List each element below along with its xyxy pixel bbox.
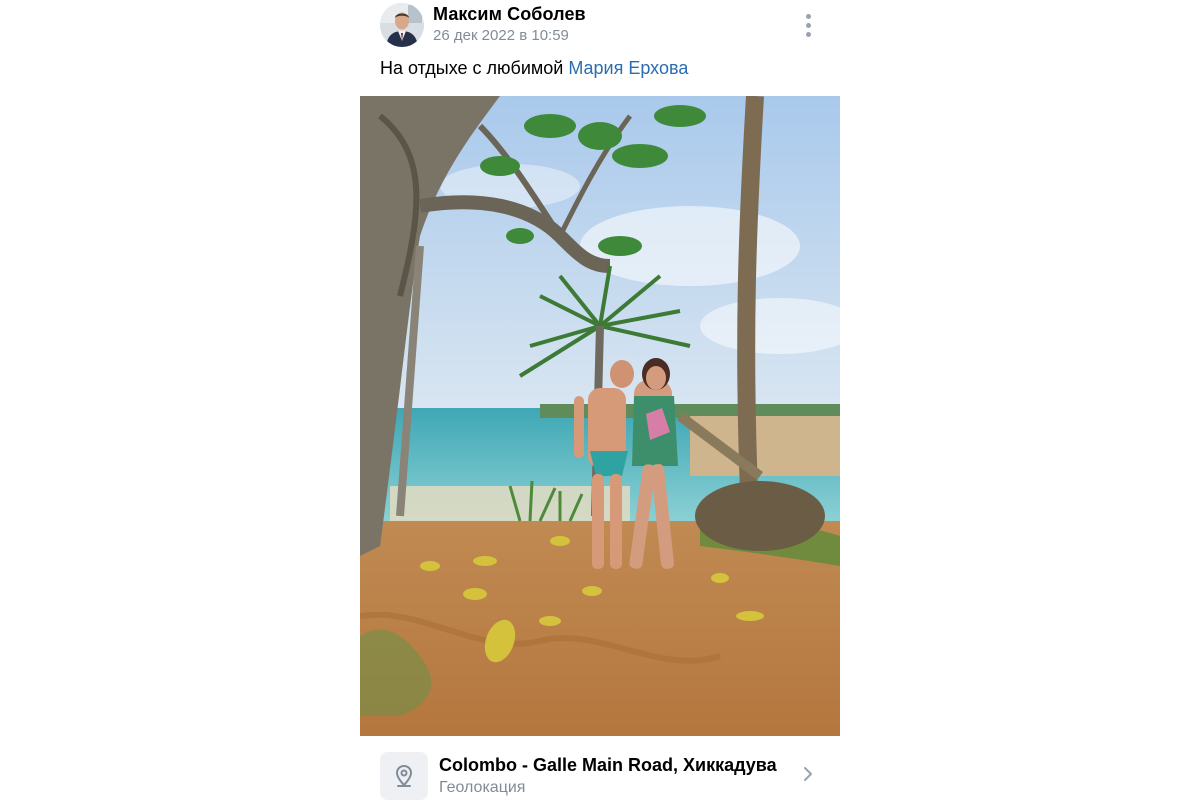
vertical-dots-icon [806, 32, 811, 37]
post-text: На отдыхе с любимой Мария Ерхова [380, 58, 688, 79]
avatar-photo [380, 3, 424, 47]
vertical-dots-icon [806, 23, 811, 28]
post-text-content: На отдыхе с любимой [380, 58, 569, 78]
author-avatar[interactable] [380, 3, 424, 47]
location-pin-icon [395, 764, 413, 787]
geolocation-title[interactable]: Colombo - Galle Main Road, Хиккадува [439, 755, 777, 776]
geolocation-icon-box [380, 752, 428, 800]
vertical-dots-icon [806, 14, 811, 19]
post-card: Максим Соболев 26 дек 2022 в 10:59 На от… [360, 0, 840, 800]
post-photo[interactable] [360, 96, 840, 736]
geolocation-row[interactable]: Colombo - Galle Main Road, Хиккадува Гео… [360, 746, 840, 800]
beach-photo [360, 96, 840, 736]
geolocation-subtitle: Геолокация [439, 779, 526, 796]
more-options-button[interactable] [798, 12, 818, 40]
post-header: Максим Соболев 26 дек 2022 в 10:59 [360, 0, 840, 52]
post-date[interactable]: 26 дек 2022 в 10:59 [433, 27, 569, 44]
chevron-right-icon[interactable] [800, 766, 816, 782]
author-name[interactable]: Максим Соболев [433, 4, 586, 25]
mention-link[interactable]: Мария Ерхова [568, 58, 688, 78]
page: Максим Соболев 26 дек 2022 в 10:59 На от… [0, 0, 1200, 800]
